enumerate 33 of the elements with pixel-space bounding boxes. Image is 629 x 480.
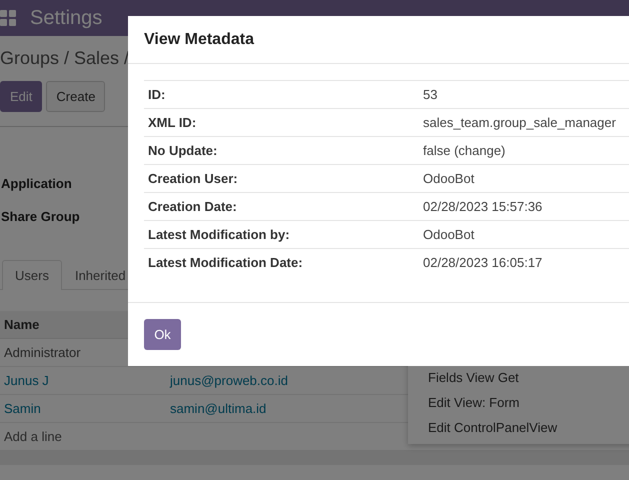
table-cell: Samin [4,401,41,416]
add-line-link[interactable]: Add a line [4,429,62,444]
metadata-value: 02/28/2023 16:05:17 [423,255,542,270]
menu-item[interactable]: Edit ControlPanelView [408,415,629,440]
metadata-label: ID: [147,87,166,102]
menu-item[interactable]: Edit View: Form [408,390,629,415]
table-cell: junus@proweb.co.id [170,373,288,388]
dialog-title: View Metadata [144,30,254,48]
metadata-label: Creation Date: [147,199,238,214]
column-header[interactable]: Name [4,317,40,332]
metadata-value: sales_team.group_sale_manager [423,115,616,130]
metadata-label: No Update: [147,143,218,158]
tab[interactable]: Users [2,260,62,290]
metadata-label: XML ID: [147,115,198,130]
metadata-value: OdooBot [423,171,474,186]
metadata-value: OdooBot [423,227,474,242]
apps-grid-icon[interactable] [0,10,16,26]
metadata-label: Creation User: [147,171,239,186]
metadata-value: 02/28/2023 15:57:36 [423,199,542,214]
field-label: Share Group [1,209,80,224]
table-cell: samin@ultima.id [170,401,266,416]
metadata-label: Latest Modification Date: [147,255,304,270]
metadata-label: Latest Modification by: [147,227,291,242]
create-button[interactable]: Create [46,81,106,112]
menu-item[interactable]: Fields View Get [408,365,629,390]
edit-button[interactable]: Edit [0,81,42,112]
metadata-value: 53 [423,87,438,102]
field-label: Application [1,176,72,191]
app-title: Settings [30,6,102,30]
table-cell: Administrator [4,345,81,360]
metadata-value: false (change) [423,143,506,158]
ok-button[interactable]: Ok [144,319,181,350]
table-cell: Junus J [4,373,49,388]
